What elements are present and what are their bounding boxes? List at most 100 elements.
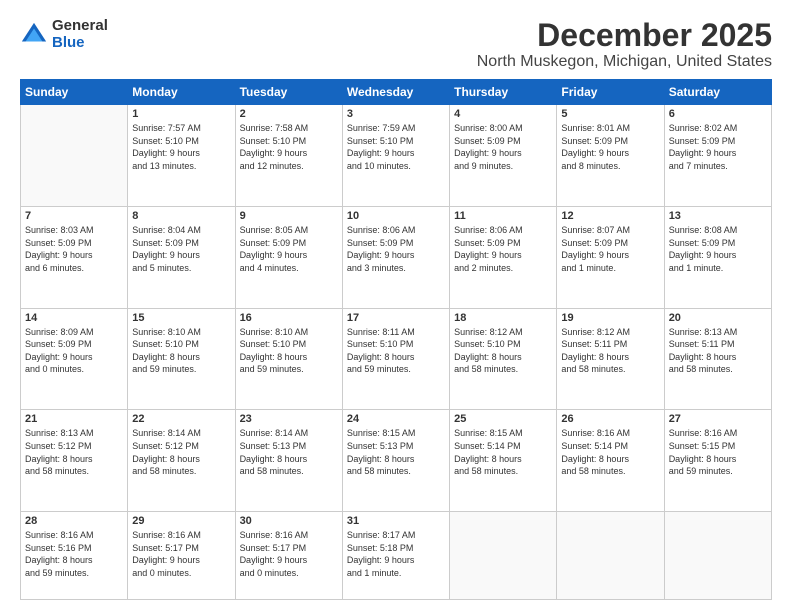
day-info: Sunrise: 8:07 AM Sunset: 5:09 PM Dayligh… <box>561 224 659 274</box>
calendar-cell: 4 Sunrise: 8:00 AM Sunset: 5:09 PM Daylig… <box>450 105 557 207</box>
week-row-5: 28 Sunrise: 8:16 AM Sunset: 5:16 PM Dayli… <box>21 512 772 600</box>
calendar-cell: 3 Sunrise: 7:59 AM Sunset: 5:10 PM Daylig… <box>342 105 449 207</box>
day-info: Sunrise: 8:13 AM Sunset: 5:12 PM Dayligh… <box>25 427 123 477</box>
week-row-4: 21 Sunrise: 8:13 AM Sunset: 5:12 PM Dayli… <box>21 410 772 512</box>
calendar-cell: 1 Sunrise: 7:57 AM Sunset: 5:10 PM Daylig… <box>128 105 235 207</box>
day-number: 2 <box>240 108 338 120</box>
day-number: 24 <box>347 413 445 425</box>
day-info: Sunrise: 8:06 AM Sunset: 5:09 PM Dayligh… <box>454 224 552 274</box>
day-number: 4 <box>454 108 552 120</box>
calendar-cell <box>664 512 771 600</box>
calendar-cell: 6 Sunrise: 8:02 AM Sunset: 5:09 PM Daylig… <box>664 105 771 207</box>
calendar-cell: 5 Sunrise: 8:01 AM Sunset: 5:09 PM Daylig… <box>557 105 664 207</box>
calendar-cell <box>450 512 557 600</box>
calendar-cell: 20Sunrise: 8:13 AM Sunset: 5:11 PM Dayli… <box>664 308 771 410</box>
calendar-cell: 23 Sunrise: 8:14 AM Sunset: 5:13 PM Dayli… <box>235 410 342 512</box>
day-number: 8 <box>132 210 230 222</box>
page: General Blue December 2025 North Muskego… <box>0 0 792 612</box>
weekday-header-thursday: Thursday <box>450 80 557 105</box>
calendar-cell: 10 Sunrise: 8:06 AM Sunset: 5:09 PM Dayli… <box>342 206 449 308</box>
day-info: Sunrise: 8:16 AM Sunset: 5:14 PM Dayligh… <box>561 427 659 477</box>
logo: General Blue <box>20 18 108 51</box>
day-info: Sunrise: 8:15 AM Sunset: 5:13 PM Dayligh… <box>347 427 445 477</box>
day-info: Sunrise: 8:10 AM Sunset: 5:10 PM Dayligh… <box>132 326 230 376</box>
calendar-cell: 7 Sunrise: 8:03 AM Sunset: 5:09 PM Daylig… <box>21 206 128 308</box>
calendar-cell: 30 Sunrise: 8:16 AM Sunset: 5:17 PM Dayli… <box>235 512 342 600</box>
calendar-cell: 14Sunrise: 8:09 AM Sunset: 5:09 PM Dayli… <box>21 308 128 410</box>
weekday-header-monday: Monday <box>128 80 235 105</box>
day-info: Sunrise: 8:12 AM Sunset: 5:11 PM Dayligh… <box>561 326 659 376</box>
day-number: 19 <box>561 312 659 324</box>
day-number: 23 <box>240 413 338 425</box>
week-row-1: 1 Sunrise: 7:57 AM Sunset: 5:10 PM Daylig… <box>21 105 772 207</box>
day-info: Sunrise: 7:59 AM Sunset: 5:10 PM Dayligh… <box>347 122 445 172</box>
day-info: Sunrise: 8:05 AM Sunset: 5:09 PM Dayligh… <box>240 224 338 274</box>
logo-text: General Blue <box>52 18 108 51</box>
day-info: Sunrise: 8:16 AM Sunset: 5:16 PM Dayligh… <box>25 529 123 579</box>
day-info: Sunrise: 8:03 AM Sunset: 5:09 PM Dayligh… <box>25 224 123 274</box>
day-info: Sunrise: 8:17 AM Sunset: 5:18 PM Dayligh… <box>347 529 445 579</box>
day-info: Sunrise: 8:12 AM Sunset: 5:10 PM Dayligh… <box>454 326 552 376</box>
calendar: SundayMondayTuesdayWednesdayThursdayFrid… <box>20 79 772 600</box>
calendar-cell: 21 Sunrise: 8:13 AM Sunset: 5:12 PM Dayli… <box>21 410 128 512</box>
calendar-cell: 29Sunrise: 8:16 AM Sunset: 5:17 PM Dayli… <box>128 512 235 600</box>
calendar-cell: 26 Sunrise: 8:16 AM Sunset: 5:14 PM Dayli… <box>557 410 664 512</box>
day-number: 11 <box>454 210 552 222</box>
day-number: 21 <box>25 413 123 425</box>
day-info: Sunrise: 8:13 AM Sunset: 5:11 PM Dayligh… <box>669 326 767 376</box>
day-number: 29 <box>132 515 230 527</box>
calendar-cell: 11 Sunrise: 8:06 AM Sunset: 5:09 PM Dayli… <box>450 206 557 308</box>
day-number: 1 <box>132 108 230 120</box>
day-number: 3 <box>347 108 445 120</box>
day-number: 16 <box>240 312 338 324</box>
calendar-cell: 18 Sunrise: 8:12 AM Sunset: 5:10 PM Dayli… <box>450 308 557 410</box>
day-number: 30 <box>240 515 338 527</box>
day-number: 9 <box>240 210 338 222</box>
logo-blue: Blue <box>52 35 108 52</box>
weekday-header-friday: Friday <box>557 80 664 105</box>
calendar-cell: 17Sunrise: 8:11 AM Sunset: 5:10 PM Dayli… <box>342 308 449 410</box>
week-row-2: 7 Sunrise: 8:03 AM Sunset: 5:09 PM Daylig… <box>21 206 772 308</box>
calendar-cell: 2Sunrise: 7:58 AM Sunset: 5:10 PM Daylig… <box>235 105 342 207</box>
calendar-cell: 24 Sunrise: 8:15 AM Sunset: 5:13 PM Dayli… <box>342 410 449 512</box>
calendar-cell: 19 Sunrise: 8:12 AM Sunset: 5:11 PM Dayli… <box>557 308 664 410</box>
day-number: 27 <box>669 413 767 425</box>
calendar-cell: 12 Sunrise: 8:07 AM Sunset: 5:09 PM Dayli… <box>557 206 664 308</box>
day-info: Sunrise: 8:04 AM Sunset: 5:09 PM Dayligh… <box>132 224 230 274</box>
day-number: 10 <box>347 210 445 222</box>
location-title: North Muskegon, Michigan, United States <box>477 53 772 71</box>
title-section: December 2025 North Muskegon, Michigan, … <box>477 18 772 71</box>
day-number: 12 <box>561 210 659 222</box>
logo-icon <box>20 21 48 49</box>
day-info: Sunrise: 8:14 AM Sunset: 5:13 PM Dayligh… <box>240 427 338 477</box>
day-info: Sunrise: 7:57 AM Sunset: 5:10 PM Dayligh… <box>132 122 230 172</box>
day-number: 28 <box>25 515 123 527</box>
calendar-cell: 8 Sunrise: 8:04 AM Sunset: 5:09 PM Daylig… <box>128 206 235 308</box>
calendar-cell: 9 Sunrise: 8:05 AM Sunset: 5:09 PM Daylig… <box>235 206 342 308</box>
calendar-cell: 13 Sunrise: 8:08 AM Sunset: 5:09 PM Dayli… <box>664 206 771 308</box>
weekday-header-wednesday: Wednesday <box>342 80 449 105</box>
day-info: Sunrise: 8:06 AM Sunset: 5:09 PM Dayligh… <box>347 224 445 274</box>
day-info: Sunrise: 8:08 AM Sunset: 5:09 PM Dayligh… <box>669 224 767 274</box>
month-title: December 2025 <box>477 18 772 53</box>
day-info: Sunrise: 8:11 AM Sunset: 5:10 PM Dayligh… <box>347 326 445 376</box>
day-number: 7 <box>25 210 123 222</box>
weekday-header-sunday: Sunday <box>21 80 128 105</box>
day-number: 22 <box>132 413 230 425</box>
day-number: 26 <box>561 413 659 425</box>
day-number: 14 <box>25 312 123 324</box>
day-info: Sunrise: 8:16 AM Sunset: 5:15 PM Dayligh… <box>669 427 767 477</box>
day-info: Sunrise: 8:16 AM Sunset: 5:17 PM Dayligh… <box>240 529 338 579</box>
day-number: 18 <box>454 312 552 324</box>
day-number: 13 <box>669 210 767 222</box>
calendar-cell: 31Sunrise: 8:17 AM Sunset: 5:18 PM Dayli… <box>342 512 449 600</box>
calendar-cell: 16Sunrise: 8:10 AM Sunset: 5:10 PM Dayli… <box>235 308 342 410</box>
day-info: Sunrise: 8:01 AM Sunset: 5:09 PM Dayligh… <box>561 122 659 172</box>
day-number: 6 <box>669 108 767 120</box>
day-number: 5 <box>561 108 659 120</box>
day-info: Sunrise: 8:00 AM Sunset: 5:09 PM Dayligh… <box>454 122 552 172</box>
day-number: 25 <box>454 413 552 425</box>
calendar-cell: 27 Sunrise: 8:16 AM Sunset: 5:15 PM Dayli… <box>664 410 771 512</box>
day-info: Sunrise: 8:02 AM Sunset: 5:09 PM Dayligh… <box>669 122 767 172</box>
weekday-header-tuesday: Tuesday <box>235 80 342 105</box>
